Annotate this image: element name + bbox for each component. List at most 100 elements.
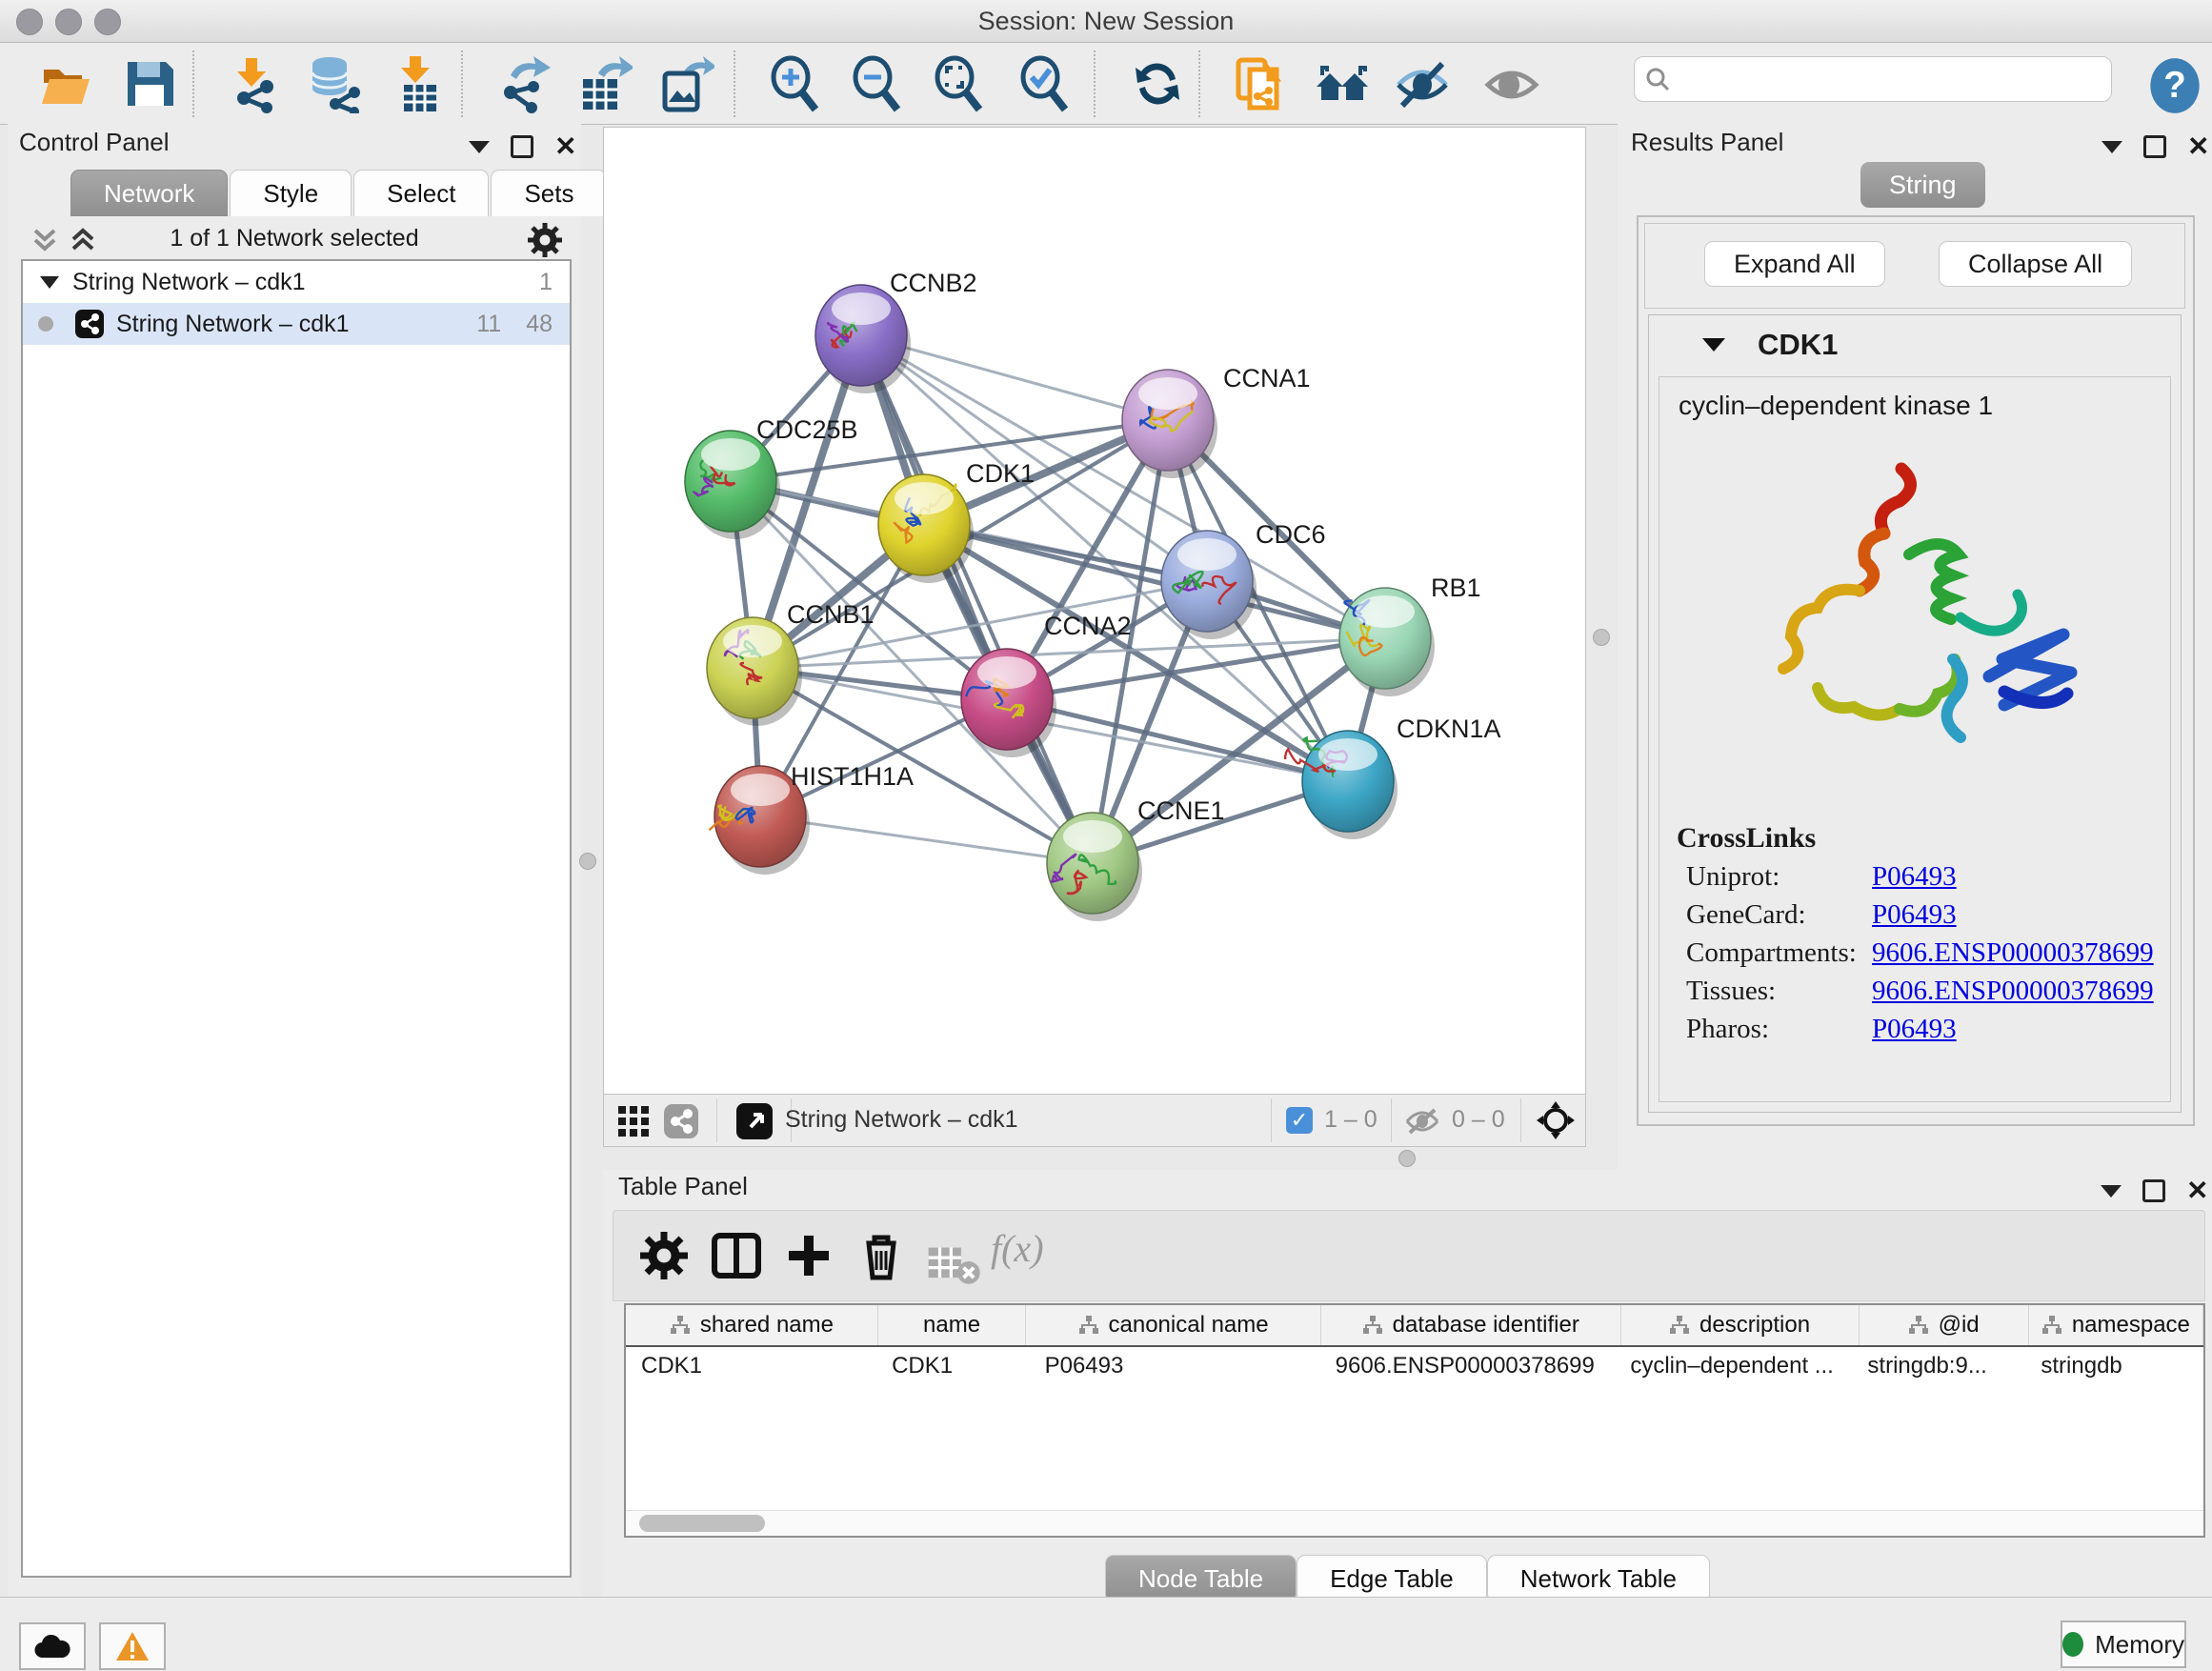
add-column-icon[interactable]	[781, 1228, 836, 1283]
column-header-namespace[interactable]: namespace	[2029, 1305, 2203, 1345]
node-result-header[interactable]: CDK1	[1649, 315, 2181, 374]
first-neighbors-icon[interactable]	[1313, 54, 1372, 113]
network-node[interactable]: CDC6	[1161, 520, 1326, 639]
network-node[interactable]: CDC25B	[685, 415, 858, 539]
export-image-icon[interactable]	[655, 54, 714, 113]
tab-network-table[interactable]: Network Table	[1487, 1555, 1710, 1602]
column-header-database-identifier[interactable]: database identifier	[1321, 1305, 1621, 1345]
column-header-name[interactable]: name	[878, 1305, 1026, 1345]
column-header-canonical-name[interactable]: canonical name	[1026, 1305, 1321, 1345]
zoom-out-icon[interactable]	[848, 54, 907, 113]
network-node[interactable]: CCNB2	[815, 269, 977, 393]
tab-edge-table[interactable]: Edge Table	[1297, 1555, 1487, 1602]
tab-sets[interactable]: Sets	[491, 170, 607, 216]
panel-float-icon[interactable]	[2143, 135, 2166, 158]
import-database-icon[interactable]	[305, 54, 364, 113]
collection-expander-icon[interactable]	[40, 276, 59, 289]
table-cell[interactable]: CDK1	[626, 1347, 876, 1385]
import-network-icon[interactable]	[223, 54, 282, 113]
network-share-icon[interactable]	[663, 1103, 699, 1139]
refresh-layout-icon[interactable]	[1128, 54, 1187, 113]
tab-network[interactable]: Network	[70, 170, 228, 216]
crosslink-value-link[interactable]: P06493	[1872, 1014, 1957, 1045]
node-label: CCNB1	[787, 600, 875, 629]
selected-count-checkbox[interactable]: ✓	[1286, 1107, 1313, 1134]
tab-node-table[interactable]: Node Table	[1105, 1555, 1297, 1602]
tab-style[interactable]: Style	[230, 170, 352, 216]
memory-button[interactable]: Memory	[2061, 1621, 2186, 1668]
panel-float-icon[interactable]	[511, 135, 533, 158]
export-table-icon[interactable]	[573, 54, 633, 113]
collapse-all-button[interactable]: Collapse All	[1939, 241, 2132, 287]
open-in-window-icon[interactable]	[735, 1102, 774, 1140]
network-canvas[interactable]: CCNB2CCNA1CDC25BCDK1CDC6RB1CCNB1CCNA2CDK…	[604, 128, 1585, 1094]
network-collection-row[interactable]: String Network – cdk1 1	[23, 261, 570, 303]
crosslink-value-link[interactable]: 9606.ENSP00000378699	[1872, 976, 2154, 1007]
network-node[interactable]: CCNA1	[1122, 364, 1311, 478]
table-cell[interactable]: 9606.ENSP00000378699	[1320, 1347, 1616, 1385]
table-cell[interactable]: stringdb	[2025, 1347, 2203, 1385]
copy-network-icon[interactable]	[1231, 54, 1290, 113]
node-label: CDK1	[966, 459, 1035, 488]
delete-column-icon[interactable]	[854, 1228, 909, 1283]
network-row[interactable]: String Network – cdk1 11 48	[23, 303, 570, 345]
zoom-fit-icon[interactable]	[930, 54, 989, 113]
search-input[interactable]	[1679, 61, 2101, 97]
cloud-button[interactable]	[19, 1622, 86, 1670]
bottom-splitter-handle[interactable]	[1398, 1150, 1416, 1167]
panel-close-icon[interactable]: ✕	[2186, 1182, 2208, 1199]
panel-menu-icon[interactable]	[2101, 1185, 2122, 1198]
function-builder-icon: f(x)	[991, 1226, 1044, 1271]
network-edge[interactable]	[760, 816, 1093, 863]
table-options-gear-icon[interactable]	[636, 1228, 692, 1283]
show-all-icon[interactable]	[1482, 54, 1541, 113]
column-header-shared-name[interactable]: shared name	[626, 1305, 878, 1345]
import-table-icon[interactable]	[389, 54, 448, 113]
grid-view-icon[interactable]	[617, 1105, 650, 1137]
panel-float-icon[interactable]	[2142, 1179, 2165, 1202]
network-options-gear-icon[interactable]	[526, 221, 564, 259]
crosslink-value-link[interactable]: P06493	[1872, 861, 1957, 893]
open-file-icon[interactable]	[36, 54, 95, 113]
table-cell[interactable]: stringdb:9...	[1852, 1347, 2025, 1385]
table-horizontal-scrollbar[interactable]	[626, 1510, 2203, 1536]
network-node[interactable]: CDKN1A	[1285, 715, 1501, 839]
tab-select[interactable]: Select	[353, 170, 489, 216]
zoom-selected-icon[interactable]	[1016, 54, 1075, 113]
crosslink-value-link[interactable]: P06493	[1872, 899, 1957, 931]
table-cell[interactable]: cyclin–dependent ...	[1615, 1347, 1852, 1385]
table-cell[interactable]: P06493	[1030, 1347, 1320, 1385]
table-toolbar: f(x)	[613, 1210, 2205, 1301]
warnings-button[interactable]	[99, 1622, 166, 1670]
navigator-crosshair-icon[interactable]	[1536, 1100, 1576, 1140]
scrollbar-thumb[interactable]	[639, 1515, 765, 1532]
table-row[interactable]: CDK1CDK1P064939606.ENSP00000378699cyclin…	[626, 1347, 2203, 1385]
left-splitter-handle[interactable]	[579, 853, 596, 870]
column-header-description[interactable]: description	[1621, 1305, 1860, 1345]
toolbar-separator	[1198, 50, 1200, 117]
table-cell[interactable]: CDK1	[876, 1347, 1030, 1385]
cloud-icon	[33, 1633, 71, 1660]
crosslink-row: Pharos:P06493	[1686, 1014, 2170, 1045]
show-columns-icon[interactable]	[709, 1228, 764, 1283]
export-network-icon[interactable]	[493, 54, 553, 113]
column-header--id[interactable]: @id	[1860, 1305, 2029, 1345]
hide-selected-icon[interactable]	[1393, 54, 1452, 113]
node-description: cyclin–dependent kinase 1	[1679, 391, 2170, 421]
network-node[interactable]: CDK1	[878, 459, 1035, 583]
panel-close-icon[interactable]: ✕	[554, 138, 576, 155]
node-name: CDK1	[1758, 328, 1838, 362]
expand-all-button[interactable]: Expand All	[1704, 241, 1885, 287]
help-icon[interactable]: ?	[2145, 56, 2204, 115]
panel-menu-icon[interactable]	[2101, 141, 2122, 153]
collapse-entry-icon[interactable]	[1702, 338, 1725, 352]
panel-menu-icon[interactable]	[469, 141, 490, 153]
panel-close-icon[interactable]: ✕	[2187, 138, 2209, 155]
network-node[interactable]: HIST1H1A	[709, 762, 914, 875]
zoom-in-icon[interactable]	[766, 54, 825, 113]
right-splitter-handle[interactable]	[1593, 629, 1610, 646]
network-node[interactable]: RB1	[1339, 574, 1481, 696]
crosslink-value-link[interactable]: 9606.ENSP00000378699	[1872, 937, 2154, 969]
tab-string[interactable]: String	[1860, 162, 1985, 208]
save-session-icon[interactable]	[120, 54, 179, 113]
